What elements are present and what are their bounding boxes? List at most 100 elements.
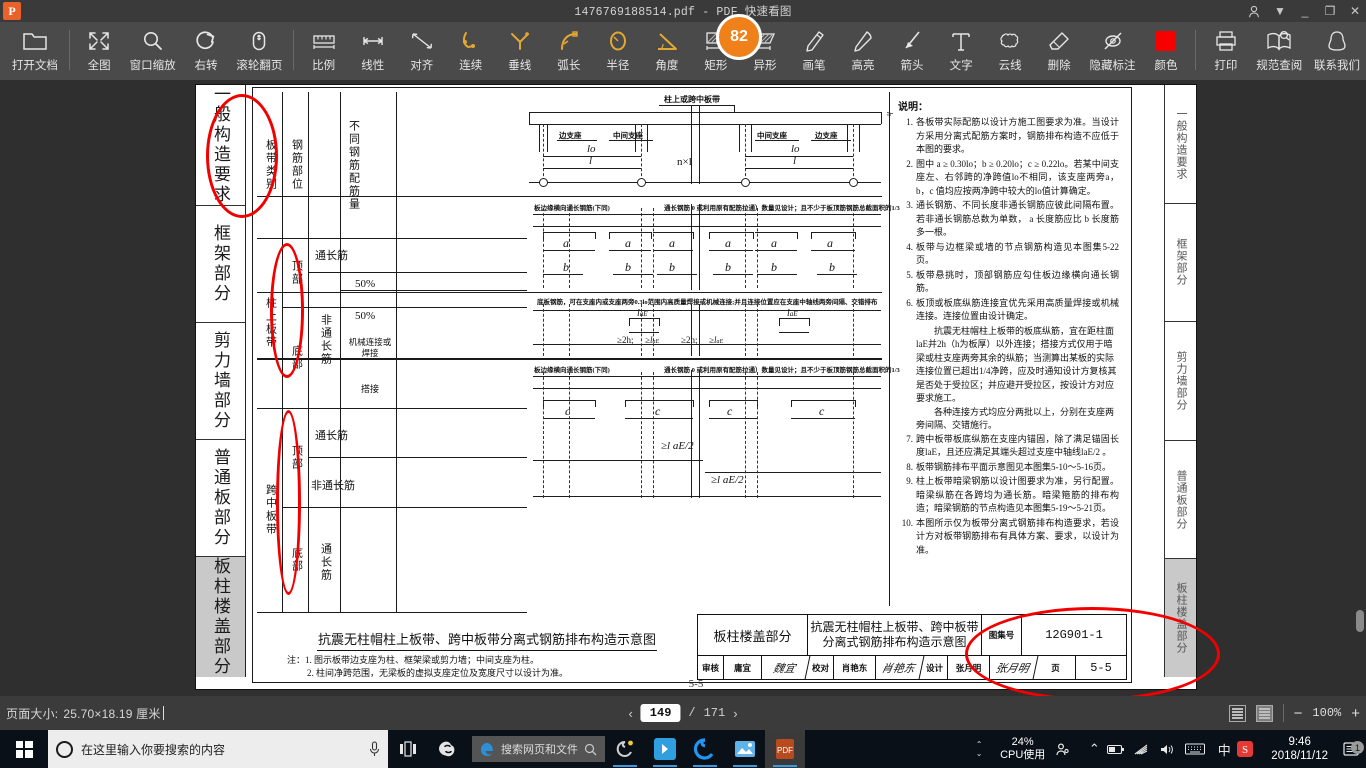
toolbar-open-document[interactable]: 打开文档	[6, 22, 64, 80]
right-index-item-frame[interactable]: 框架部分	[1165, 204, 1196, 323]
toolbar-print[interactable]: 打印	[1201, 22, 1250, 80]
microphone-icon[interactable]	[369, 741, 380, 757]
ann-slab-edge-1: 板边缘横向通长钢筋(下同)	[534, 205, 610, 212]
table-cell-pct-50a: 50%	[355, 278, 376, 290]
toolbar-radius[interactable]: 半径	[593, 22, 642, 80]
caption-note-label: 注：	[287, 655, 306, 665]
zoom-in-button[interactable]: +	[1351, 705, 1360, 722]
ie-search-box[interactable]: 搜索网页和文件	[472, 736, 605, 762]
toolbar-text[interactable]: 文字	[937, 22, 986, 80]
sogou-ime-icon[interactable]: S	[1237, 741, 1263, 757]
toolbar-perpendicular[interactable]: 垂线	[495, 22, 544, 80]
pdf-reader-icon[interactable]: PDF	[765, 730, 805, 768]
note-number: 3.	[906, 200, 913, 210]
people-icon[interactable]	[1055, 742, 1081, 757]
taskbar-search[interactable]: 在这里输入你要搜索的内容	[48, 730, 388, 768]
toolbar-angle[interactable]: 角度	[642, 22, 691, 80]
single-page-view-button[interactable]	[1255, 704, 1273, 722]
note-text: 本图所示仅为板带分离式钢筋排布构造要求，若设计方对板带钢筋排布有具体方案、要求，…	[916, 517, 1119, 555]
ge-2h-1: ≥2h;	[617, 335, 634, 345]
task-view-button[interactable]	[388, 730, 428, 768]
start-button[interactable]	[0, 730, 48, 768]
page-number-footer: 5-5	[688, 678, 704, 690]
table-cell-mech-weld: 机械连接或焊接	[348, 337, 392, 358]
index-label: 普通板部分	[211, 448, 230, 548]
tray-chevron-up-icon[interactable]: ⌃	[1081, 741, 1107, 757]
continuous-view-button[interactable]	[1228, 704, 1246, 722]
toolbar-hide-annotation[interactable]: 隐藏标注	[1084, 22, 1142, 80]
index-item-flatslab-selected[interactable]: 板柱楼盖部分	[196, 557, 245, 677]
clock-time: 9:46	[1288, 736, 1311, 748]
bluetooth-app-icon[interactable]	[645, 730, 685, 768]
toolbar-scale[interactable]: 比例	[299, 22, 348, 80]
maximize-button[interactable]: ❐	[1323, 4, 1337, 18]
document-viewer[interactable]: 一般构造要求 框架部分 剪力墙部分 普通板部分 板柱楼盖部分 板带类别 钢筋部位…	[0, 80, 1366, 696]
toolbar-arc-length[interactable]: 弧长	[544, 22, 593, 80]
note-text: 板顶或板底纵筋连接宜优先采用高质量焊接或机械连接。连接位置由设计确定。	[916, 297, 1119, 322]
index-item-frame[interactable]: 框架部分	[196, 206, 245, 323]
cpu-usage-widget[interactable]: 24% CPU使用	[990, 736, 1055, 762]
battery-icon[interactable]	[1107, 744, 1133, 755]
account-icon[interactable]	[1248, 5, 1262, 18]
zoom-out-button[interactable]: −	[1294, 705, 1303, 722]
toolbar-pen[interactable]: 画笔	[789, 22, 838, 80]
toolbar-scroll-page[interactable]: 滚轮翻页	[231, 22, 289, 80]
scrollbar-thumb[interactable]	[1356, 610, 1364, 632]
index-item-general[interactable]: 一般构造要求	[196, 85, 245, 206]
toolbar-color[interactable]: 颜色	[1141, 22, 1190, 80]
close-button[interactable]: ✕	[1348, 4, 1362, 18]
toolbar-fit-page[interactable]: 全图	[75, 22, 124, 80]
lae-label-2: laE	[787, 308, 798, 319]
ime-language-indicator[interactable]: 中	[1211, 740, 1237, 759]
prev-page-button[interactable]: ‹	[628, 706, 632, 721]
right-index-item-slab[interactable]: 普通板部分	[1165, 441, 1196, 560]
ge-2h-2: ≥2h;	[681, 335, 698, 345]
vertical-scrollbar[interactable]	[1354, 80, 1366, 696]
wifi-icon[interactable]	[1133, 743, 1159, 756]
table-header-part: 钢筋部位	[283, 92, 309, 238]
notes-list-2: 7. 跨中板带板底纵筋在支座内锚固，除了满足锚固长度laE，且还应满足其端头超过支…	[898, 433, 1119, 558]
keyboard-icon[interactable]	[1185, 743, 1211, 755]
notification-center-button[interactable]: 1	[1336, 741, 1366, 756]
cloud-music-icon[interactable]	[605, 730, 645, 768]
print-icon	[1213, 27, 1239, 54]
index-item-shearwall[interactable]: 剪力墙部分	[196, 323, 245, 440]
unread-badge[interactable]: 82	[716, 14, 762, 60]
next-page-button[interactable]: ›	[733, 706, 737, 721]
photos-app-icon[interactable]	[725, 730, 765, 768]
right-index-item-flatslab[interactable]: 板柱楼盖部分	[1165, 559, 1196, 677]
toolbar-rotate-right[interactable]: 右转	[181, 22, 230, 80]
toolbar-delete[interactable]: 删除	[1035, 22, 1084, 80]
toolbar-standards-search[interactable]: 规范查阅	[1250, 22, 1308, 80]
cortana-icon	[56, 740, 73, 758]
notification-count: 1	[1351, 741, 1364, 754]
caption-notes: 注：1. 图示板带边支座为柱、框架梁或剪力墙；中间支座为柱。 2. 柱间净跨范围…	[257, 654, 687, 680]
toolbar-linear[interactable]: 线性	[348, 22, 397, 80]
menu-chevron-down-icon[interactable]: ▼	[1273, 4, 1287, 18]
tray-expand-icon[interactable]: ⌃ ⌄	[968, 740, 990, 758]
ie-search-placeholder: 搜索网页和文件	[501, 744, 578, 756]
toolbar-continuous[interactable]: 连续	[446, 22, 495, 80]
right-index-item-shearwall[interactable]: 剪力墙部分	[1165, 322, 1196, 441]
current-page-input[interactable]: 149	[640, 704, 681, 722]
note-number: 2.	[906, 158, 913, 169]
search-icon[interactable]	[584, 743, 597, 756]
radius-icon	[605, 27, 631, 54]
toolbar-arrow[interactable]: 箭头	[888, 22, 937, 80]
minimize-button[interactable]: _	[1298, 4, 1312, 18]
toolbar-contact-us[interactable]: 联系我们	[1308, 22, 1366, 80]
clock-widget[interactable]: 9:46 2018/11/12	[1263, 735, 1336, 763]
toolbar-cloud[interactable]: 云线	[986, 22, 1035, 80]
skype-icon[interactable]	[428, 730, 468, 768]
toolbar-align[interactable]: 对齐	[397, 22, 446, 80]
label-c3: c	[727, 404, 733, 418]
toolbar-zoom-window[interactable]: 窗口缩放	[124, 22, 182, 80]
volume-icon[interactable]	[1159, 743, 1185, 756]
browser-360-icon[interactable]	[685, 730, 725, 768]
drawing-label-top: 柱上或跨中板带	[664, 95, 720, 104]
toolbar-highlight[interactable]: 高亮	[839, 22, 888, 80]
index-item-slab[interactable]: 普通板部分	[196, 440, 245, 557]
right-index-item-general[interactable]: 一般构造要求	[1165, 85, 1196, 204]
note-text: 各板带实际配筋以设计方施工图要求为准。当设计方采用分离式配筋方案时，钢筋排布构造…	[916, 117, 1119, 154]
hide-annotation-icon	[1100, 27, 1126, 54]
